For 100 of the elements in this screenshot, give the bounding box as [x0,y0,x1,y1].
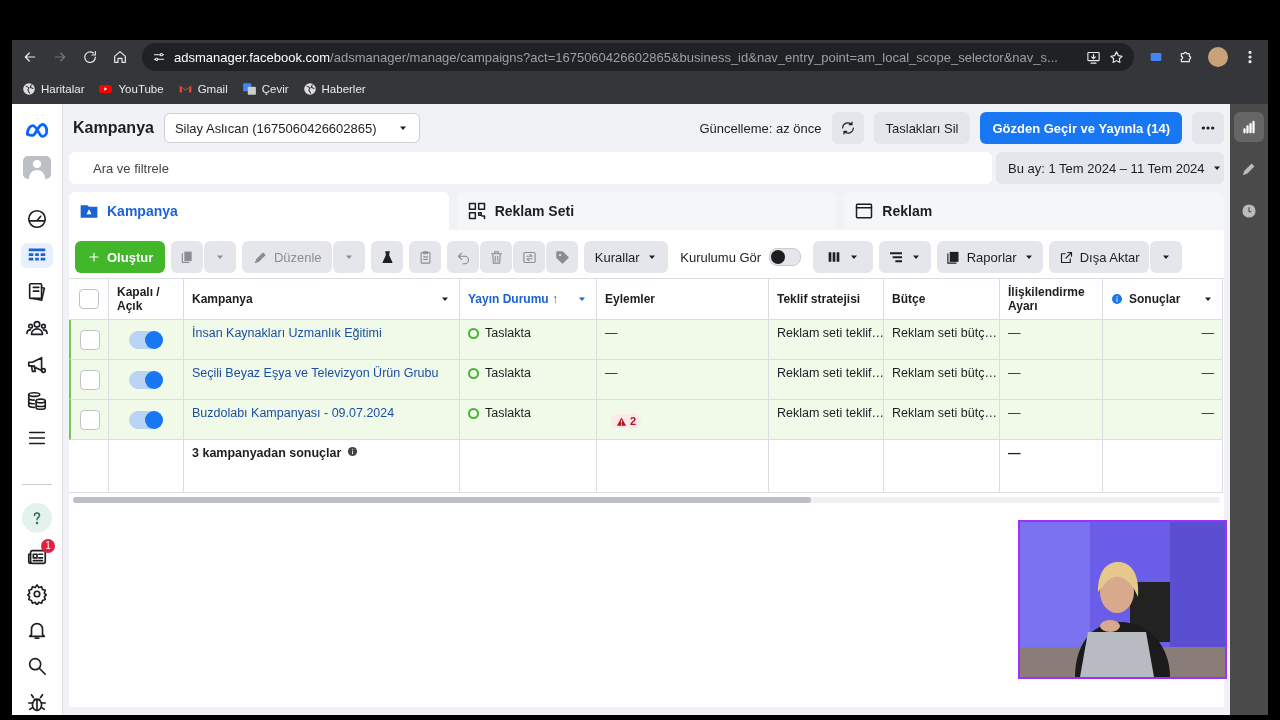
table-cell: — [1201,406,1214,420]
window-icon [854,201,875,221]
delete-button[interactable] [480,241,513,273]
clipboard-button[interactable] [409,241,442,273]
select-all-checkbox[interactable] [78,289,99,309]
home-icon [112,49,128,65]
publish-button[interactable]: Gözden Geçir ve Yayınla (14) [980,112,1182,144]
side-panel-tab[interactable] [1234,112,1264,142]
bookmark[interactable]: Haritalar [22,82,85,96]
tag-button[interactable] [546,241,579,273]
table-cell: — [605,366,618,380]
table-cell: — [1201,366,1214,380]
info-icon [347,446,359,457]
view-setup-switch[interactable] [769,248,802,266]
discard-drafts-button[interactable]: Taslakları Sil [873,112,971,144]
globe-icon [302,82,317,96]
forward-icon [52,49,68,65]
bookmark[interactable]: Haberler [302,82,366,96]
status-dot-icon [468,368,479,379]
install-icon [1086,49,1101,65]
refresh-button[interactable] [831,112,864,144]
globe-icon [22,82,36,96]
tab[interactable]: Kampanya [69,192,449,230]
table-cell: Reklam seti bütç… [892,326,997,340]
flask-icon [379,249,395,265]
tab[interactable]: Reklam [844,192,1224,230]
export-button[interactable]: Dışa Aktar [1049,241,1150,273]
date-range-dropdown[interactable]: Bu ay: 1 Tem 2024 – 11 Tem 2024 [996,152,1224,184]
profile-avatar[interactable] [1208,47,1228,67]
status-dot-icon [468,408,479,419]
page-title: Kampanya [72,119,154,137]
table-cell: — [1201,326,1214,340]
site-settings-icon [152,50,166,64]
bookmark[interactable]: YouTube [98,82,164,96]
export-icon [1058,249,1074,265]
help-icon[interactable] [22,502,52,533]
row-checkbox[interactable] [79,369,100,390]
back-icon [22,49,38,65]
table-cell: — [1008,326,1021,340]
more-button[interactable] [1192,112,1224,144]
scrollbar[interactable] [73,497,811,503]
notification-badge: 1 [41,538,55,553]
rules-dropdown[interactable]: Kurallar [584,241,669,273]
refresh-icon [839,120,856,136]
grid-icon [466,201,487,221]
url-text: adsmanager.facebook.com/adsmanager/manage/campaigns?act=1675060426602865&business_id&nav_entry_point=am_local_scope_selector&nav_s... [174,49,1058,65]
status-text: Taslakta [485,366,531,380]
summary-label: 3 kampanyadan sonuçlar [192,446,342,460]
row-checkbox[interactable] [79,329,100,350]
test-button[interactable] [371,241,404,273]
view-setup-label: Kurulumu Gör [680,249,762,265]
duplicate-button[interactable] [171,241,204,273]
table-cell: — [1008,406,1021,420]
table-cell: Reklam seti teklif… [777,326,884,340]
bug-icon [26,691,48,714]
star-icon [1109,49,1124,65]
coins-icon [26,390,48,413]
bookmark[interactable]: Gmail [177,82,228,96]
youtube-icon [98,82,114,96]
table-cell: Reklam seti bütç… [892,406,997,420]
ab-test-button[interactable] [513,241,546,273]
bookmark[interactable]: Çevir [241,82,289,96]
table-cell: Reklam seti teklif… [777,406,884,420]
account-dropdown[interactable]: Silay Aslıcan (1675060426602865) [163,113,420,143]
gauge-icon [26,208,48,230]
warning-icon [616,415,627,427]
reports-dropdown[interactable]: Raporlar [937,241,1044,273]
tab[interactable]: Reklam Seti [456,192,837,230]
undo-button[interactable] [447,241,480,273]
pages-icon [26,280,48,303]
toggle-switch[interactable] [129,330,163,349]
search-icon [26,655,48,678]
reload-icon [82,49,98,65]
clock-icon [1241,203,1257,219]
tag-icon [554,249,570,265]
status-text: Taslakta [485,326,531,340]
clipboard-icon [417,249,433,265]
table-cell: Reklam seti teklif… [777,366,884,380]
columns-dropdown[interactable] [813,241,874,273]
table-cell: — [1008,366,1021,380]
swap-icon [521,249,537,265]
address-bar[interactable]: adsmanager.facebook.com/adsmanager/manage/campaigns?act=1675060426602865&business_id&nav_entry_point=am_local_scope_selector&nav_s... [142,43,1134,71]
settings-icon [26,582,48,605]
status-dot-icon [468,328,479,339]
update-status: Güncelleme: az önce [699,120,822,136]
undo-icon [455,249,471,265]
info-icon [1111,293,1123,305]
toggle-switch[interactable] [129,370,163,389]
breakdown-dropdown[interactable] [879,241,932,273]
status-text: Taslakta [485,406,531,420]
bar-chart-icon [1240,118,1258,136]
reports-icon [945,249,961,265]
translate-icon [241,82,257,96]
search-field[interactable]: Ara ve filtrele [69,152,992,184]
table-cell: — [1008,446,1021,460]
row-checkbox[interactable] [79,409,100,430]
toggle-switch[interactable] [129,410,163,429]
puzzle-icon [1178,49,1194,65]
table-cell: — [605,326,618,340]
warning-badge[interactable]: 2 [611,414,642,428]
